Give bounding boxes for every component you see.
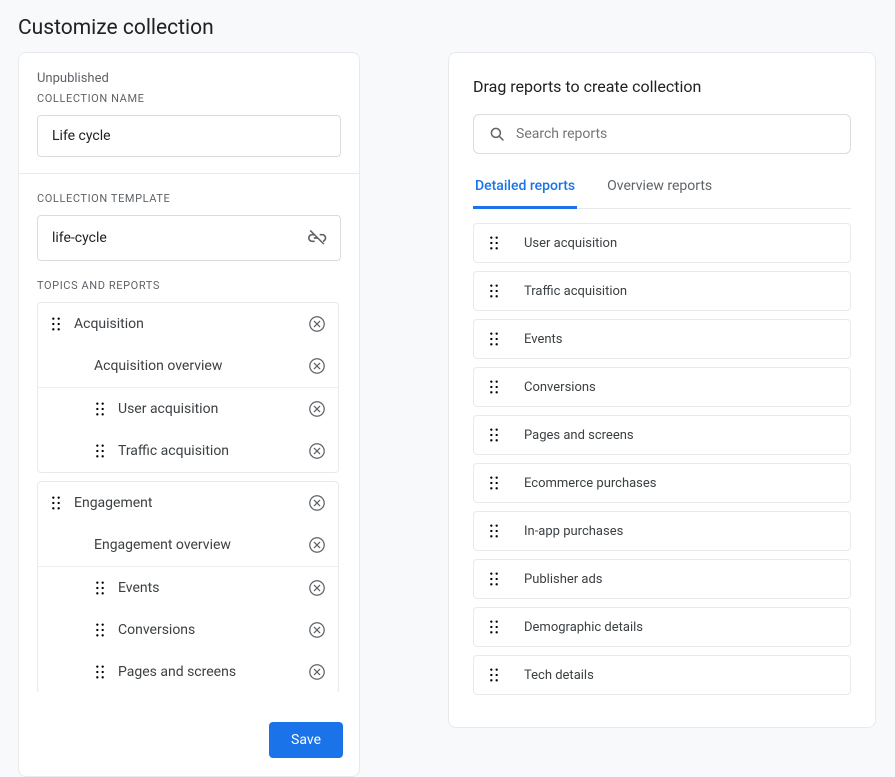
reports-panel-title: Drag reports to create collection [449,53,875,114]
report-item-label: User acquisition [524,236,617,251]
drag-handle-icon[interactable] [94,401,106,417]
remove-topic-icon[interactable] [308,315,326,333]
topic-report-row[interactable]: User acquisition [38,388,338,430]
search-input[interactable] [516,126,836,142]
overview-row[interactable]: Acquisition overview [38,345,338,388]
available-report-item[interactable]: Events [473,319,851,359]
drag-handle-icon[interactable] [488,427,500,443]
report-item-label: Conversions [524,380,596,395]
topic-report-row[interactable]: Pages and screens [38,651,338,692]
drag-handle-icon[interactable] [488,283,500,299]
topic-card: Acquisition Acquisition overview User ac… [37,302,339,473]
drag-handle-icon[interactable] [488,667,500,683]
overview-name: Acquisition overview [94,358,308,374]
report-name: Events [118,580,308,596]
collection-editor-card: Unpublished COLLECTION NAME COLLECTION T… [18,52,360,777]
available-report-item[interactable]: Pages and screens [473,415,851,455]
topic-header[interactable]: Engagement [38,482,338,524]
topics-label: TOPICS AND REPORTS [37,279,341,292]
drag-handle-icon[interactable] [94,664,106,680]
topic-card: Engagement Engagement overview Events Co… [37,481,339,692]
report-name: User acquisition [118,401,308,417]
available-report-item[interactable]: Tech details [473,655,851,695]
page-title: Customize collection [0,0,895,52]
report-item-label: Events [524,332,562,347]
reports-panel-card: Drag reports to create collection Detail… [448,52,876,728]
drag-handle-icon[interactable] [488,331,500,347]
drag-handle-icon[interactable] [488,571,500,587]
report-item-label: Demographic details [524,620,643,635]
report-item-label: Tech details [524,668,594,683]
save-button[interactable]: Save [269,722,343,758]
topic-name: Acquisition [74,316,308,332]
report-item-label: Pages and screens [524,428,634,443]
drag-handle-icon[interactable] [94,580,106,596]
publish-status: Unpublished [37,71,341,86]
drag-handle-icon[interactable] [50,316,62,332]
search-box[interactable] [473,114,851,154]
topic-report-row[interactable]: Traffic acquisition [38,430,338,472]
remove-report-icon[interactable] [308,400,326,418]
topic-report-row[interactable]: Conversions [38,609,338,651]
remove-topic-icon[interactable] [308,494,326,512]
collection-name-label: COLLECTION NAME [37,92,341,105]
available-report-item[interactable]: In-app purchases [473,511,851,551]
overview-row[interactable]: Engagement overview [38,524,338,567]
drag-handle-icon[interactable] [94,622,106,638]
drag-handle-icon[interactable] [488,523,500,539]
available-report-item[interactable]: Demographic details [473,607,851,647]
available-report-item[interactable]: User acquisition [473,223,851,263]
report-name: Traffic acquisition [118,443,308,459]
drag-handle-icon[interactable] [94,443,106,459]
drag-handle-icon[interactable] [488,619,500,635]
collection-name-input[interactable] [37,115,341,157]
topics-scroll-area[interactable]: Acquisition Acquisition overview User ac… [37,302,341,692]
topic-name: Engagement [74,495,308,511]
remove-report-icon[interactable] [308,621,326,639]
remove-report-icon[interactable] [308,579,326,597]
topic-header[interactable]: Acquisition [38,303,338,345]
link-off-icon[interactable] [308,228,328,248]
drag-handle-icon[interactable] [50,495,62,511]
available-report-item[interactable]: Conversions [473,367,851,407]
available-report-item[interactable]: Traffic acquisition [473,271,851,311]
drag-handle-icon[interactable] [488,475,500,491]
drag-handle-icon[interactable] [488,379,500,395]
remove-overview-icon[interactable] [308,357,326,375]
report-name: Conversions [118,622,308,638]
collection-template-value: life-cycle [52,230,107,246]
overview-name: Engagement overview [94,537,308,553]
report-item-label: Ecommerce purchases [524,476,657,491]
report-item-label: Publisher ads [524,572,603,587]
report-item-label: In-app purchases [524,524,623,539]
drag-handle-icon[interactable] [488,235,500,251]
reports-list: User acquisition Traffic acquisition Eve… [473,223,851,695]
available-report-item[interactable]: Ecommerce purchases [473,463,851,503]
tab-detailed-reports[interactable]: Detailed reports [473,170,577,209]
remove-report-icon[interactable] [308,663,326,681]
remove-overview-icon[interactable] [308,536,326,554]
topic-report-row[interactable]: Events [38,567,338,609]
available-report-item[interactable]: Publisher ads [473,559,851,599]
remove-report-icon[interactable] [308,442,326,460]
tabs: Detailed reports Overview reports [473,170,851,209]
report-name: Pages and screens [118,664,308,680]
collection-template-box: life-cycle [37,215,341,261]
report-item-label: Traffic acquisition [524,284,627,299]
tab-overview-reports[interactable]: Overview reports [605,170,714,209]
search-icon [488,125,506,143]
collection-template-label: COLLECTION TEMPLATE [37,192,341,205]
